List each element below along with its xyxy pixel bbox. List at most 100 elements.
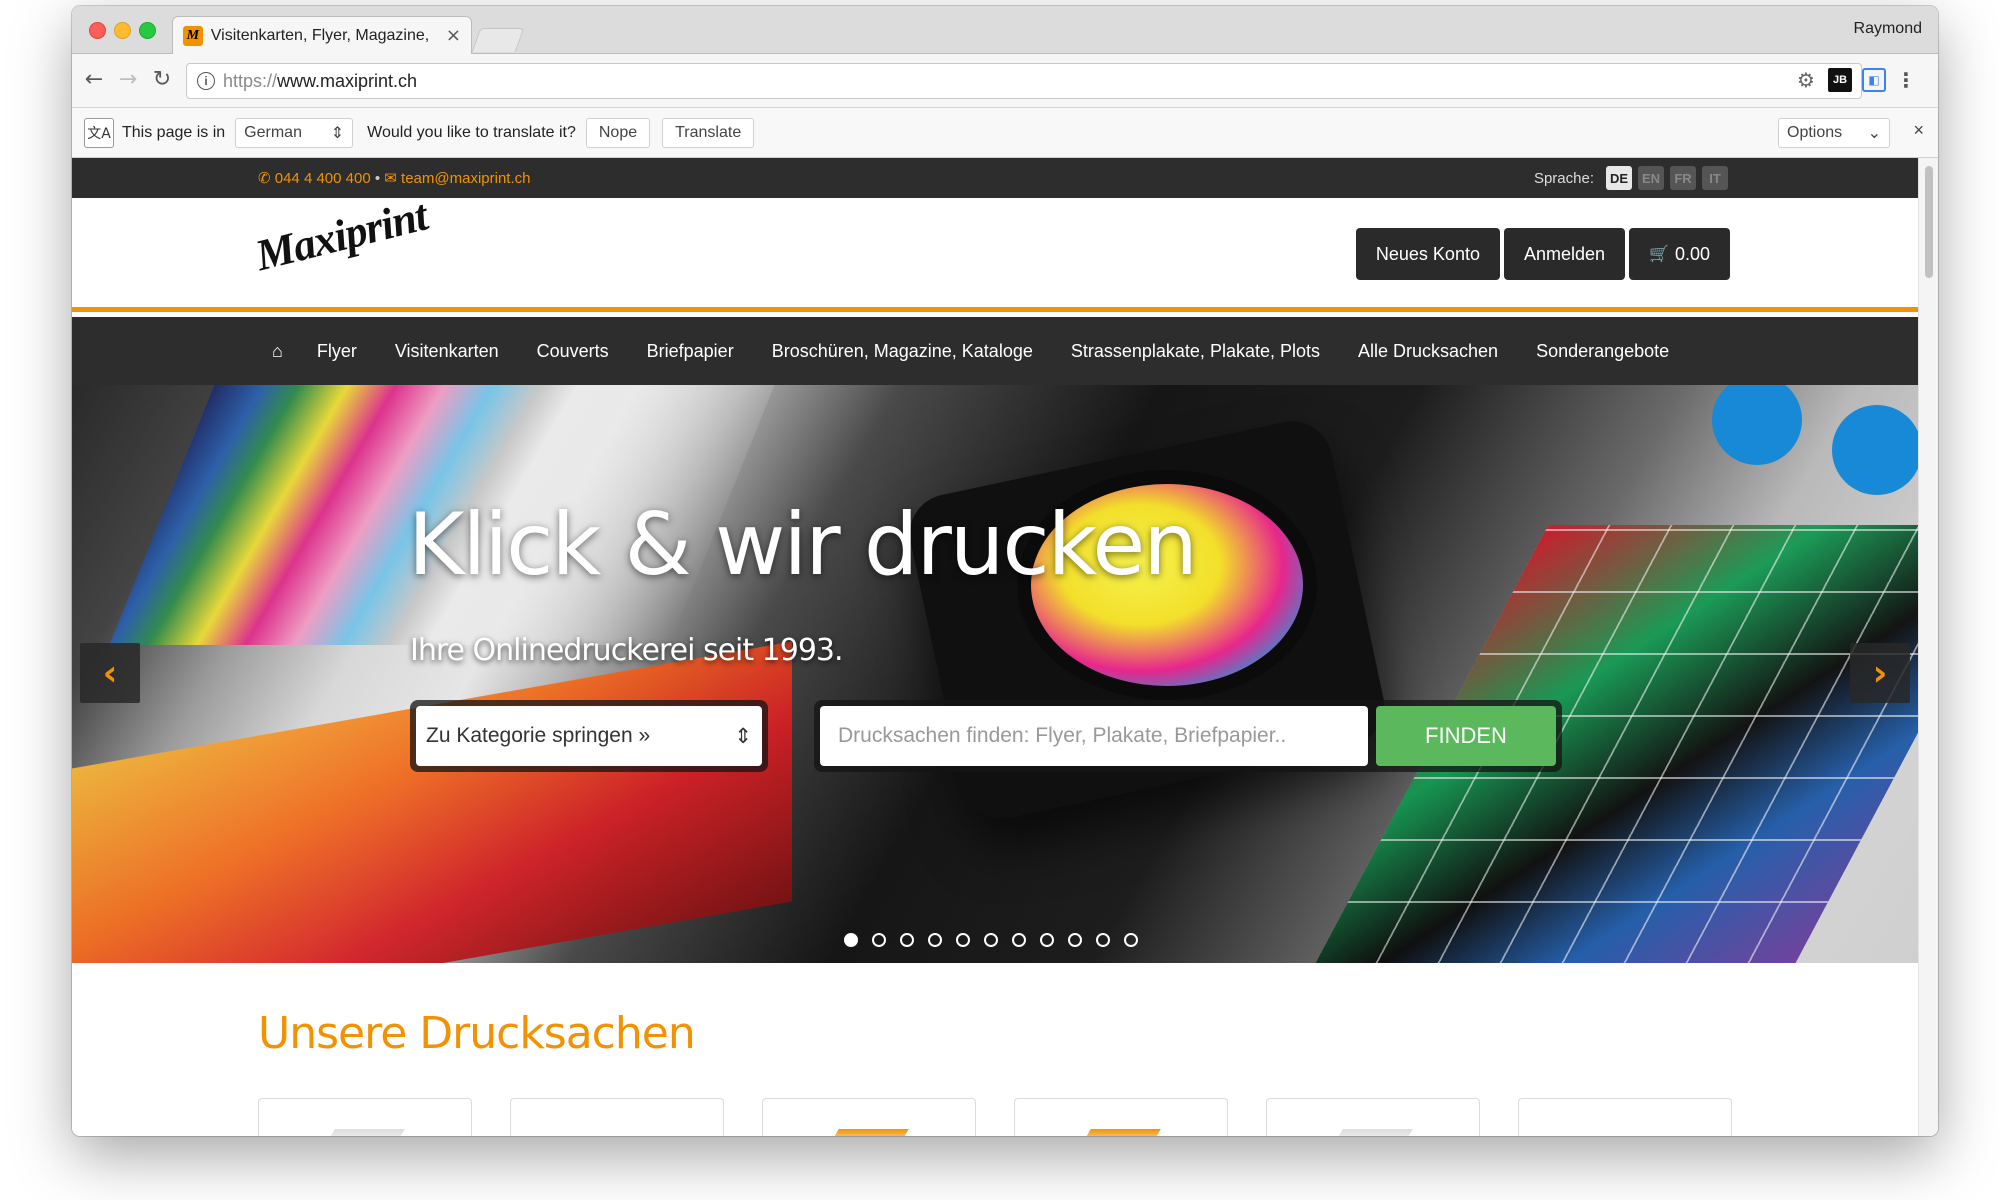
product-card[interactable] (510, 1098, 724, 1136)
nav-item-couverts[interactable]: Couverts (537, 341, 609, 362)
search-wrapper: Drucksachen finden: Flyer, Plakate, Brie… (814, 700, 1562, 772)
hero-blue-dot (1712, 385, 1802, 465)
new-tab-button[interactable] (471, 28, 525, 52)
carousel-indicator-4[interactable] (928, 933, 942, 947)
select-updown-icon: ⇕ (734, 724, 752, 748)
shopping-cart-icon: 🛒 (1649, 246, 1669, 263)
phone-number[interactable]: 044 4 400 400 (275, 170, 371, 187)
nav-item-alle-drucksachen[interactable]: Alle Drucksachen (1358, 341, 1498, 362)
carousel-indicator-2[interactable] (872, 933, 886, 947)
translate-options-select[interactable]: Options ⌄ (1778, 118, 1890, 148)
product-card[interactable] (762, 1098, 976, 1136)
email-link[interactable]: team@maxiprint.ch (401, 170, 530, 187)
browser-menu-icon[interactable]: ⋮ (1894, 68, 1918, 92)
header-actions: Neues Konto Anmelden 🛒 0.00 (1355, 228, 1730, 280)
page-scrollbar[interactable] (1918, 158, 1938, 1136)
translate-options-label: Options (1787, 124, 1843, 141)
hero-bg-blue-dots (1712, 385, 1918, 535)
minimize-window-button[interactable] (114, 22, 131, 39)
translate-close-icon[interactable]: × (1913, 120, 1924, 141)
translate-icon: 文A (84, 117, 114, 148)
category-select[interactable]: Zu Kategorie springen » ⇕ (416, 706, 762, 766)
lang-it[interactable]: IT (1702, 166, 1728, 190)
hero-blue-dot (1832, 405, 1918, 495)
nav-item-plakate[interactable]: Strassenplakate, Plakate, Plots (1071, 341, 1320, 362)
carousel-indicator-10[interactable] (1096, 933, 1110, 947)
title-bar: M Visitenkarten, Flyer, Magazine, × Raym… (72, 6, 1938, 54)
hero-subtitle: Ihre Onlinedruckerei seit 1993. (410, 633, 844, 668)
carousel-indicator-6[interactable] (984, 933, 998, 947)
hero-carousel: Klick & wir drucken Ihre Onlinedruckerei… (72, 385, 1918, 963)
main-nav: ⌂ Flyer Visitenkarten Couverts Briefpapi… (72, 317, 1918, 385)
carousel-indicator-11[interactable] (1124, 933, 1138, 947)
hero-bg-color-swatches (72, 641, 792, 963)
product-thumbnail (1079, 1129, 1161, 1136)
carousel-indicator-9[interactable] (1068, 933, 1082, 947)
product-thumbnail (1331, 1129, 1413, 1136)
product-search-input[interactable]: Drucksachen finden: Flyer, Plakate, Brie… (820, 706, 1368, 766)
translate-bar: 文A This page is in German ⇕ Would you li… (72, 108, 1938, 158)
profile-name[interactable]: Raymond (1854, 20, 1922, 38)
carousel-indicator-3[interactable] (900, 933, 914, 947)
browser-window: M Visitenkarten, Flyer, Magazine, × Raym… (72, 6, 1938, 1136)
product-card[interactable] (1014, 1098, 1228, 1136)
maxiprint-logo[interactable]: Maxiprint (250, 190, 432, 282)
language-label: Sprache: (1533, 169, 1594, 187)
product-card[interactable] (258, 1098, 472, 1136)
address-bar[interactable]: i https://www.maxiprint.ch ☆ (186, 63, 1862, 99)
forward-arrow-icon[interactable]: → (114, 66, 142, 94)
maximize-window-button[interactable] (139, 22, 156, 39)
lang-fr[interactable]: FR (1670, 166, 1696, 190)
scrollbar-thumb[interactable] (1925, 166, 1933, 278)
translate-prefix: This page is in (122, 123, 226, 141)
tab-close-icon[interactable]: × (446, 25, 461, 46)
carousel-prev-icon[interactable]: ‹ (80, 643, 140, 703)
reload-icon[interactable]: ↻ (148, 66, 176, 94)
nav-item-broschueren[interactable]: Broschüren, Magazine, Kataloge (772, 341, 1033, 362)
nav-item-flyer[interactable]: Flyer (317, 341, 357, 362)
site-favicon-icon: M (183, 25, 203, 46)
lang-de[interactable]: DE (1606, 166, 1632, 190)
extension-jetbrains-icon[interactable]: JB (1828, 68, 1852, 92)
product-thumbnail (323, 1129, 405, 1136)
source-language-select[interactable]: German ⇕ (235, 117, 354, 148)
product-card[interactable] (1266, 1098, 1480, 1136)
email-icon: ✉ (384, 170, 397, 187)
nope-button[interactable]: Nope (585, 117, 651, 148)
url-text: https://www.maxiprint.ch (223, 71, 417, 92)
carousel-indicator-1[interactable] (844, 933, 858, 947)
product-card[interactable] (1518, 1098, 1732, 1136)
language-switcher: Sprache: DE EN FR IT (1534, 166, 1728, 190)
nav-item-visitenkarten[interactable]: Visitenkarten (395, 341, 499, 362)
home-icon[interactable]: ⌂ (272, 341, 283, 362)
browser-tab[interactable]: M Visitenkarten, Flyer, Magazine, × (172, 16, 472, 54)
lang-en[interactable]: EN (1638, 166, 1664, 190)
new-account-button[interactable]: Neues Konto (1355, 228, 1500, 280)
extension-cast-icon[interactable]: ◧ (1862, 68, 1886, 92)
nav-item-sonderangebote[interactable]: Sonderangebote (1536, 341, 1669, 362)
carousel-next-icon[interactable]: › (1850, 643, 1910, 703)
site-topbar: ✆ 044 4 400 400 • ✉ team@maxiprint.ch Sp… (72, 158, 1918, 198)
carousel-indicator-5[interactable] (956, 933, 970, 947)
extension-gear-icon[interactable]: ⚙ (1794, 68, 1818, 92)
login-button[interactable]: Anmelden (1503, 228, 1626, 280)
translate-question: Would you like to translate it? (367, 123, 576, 141)
close-window-button[interactable] (89, 22, 106, 39)
carousel-indicator-8[interactable] (1040, 933, 1054, 947)
back-arrow-icon[interactable]: ← (80, 66, 108, 94)
translate-button[interactable]: Translate (662, 117, 755, 148)
cart-total: 0.00 (1674, 243, 1710, 264)
contact-info: ✆ 044 4 400 400 • ✉ team@maxiprint.ch (258, 169, 530, 187)
select-updown-icon: ⇕ (330, 124, 345, 142)
cart-button[interactable]: 🛒 0.00 (1629, 228, 1730, 280)
url-host: www.maxiprint.ch (277, 70, 418, 91)
nav-item-briefpapier[interactable]: Briefpapier (647, 341, 734, 362)
hero-title: Klick & wir drucken (408, 495, 1198, 595)
find-button[interactable]: FINDEN (1376, 706, 1556, 766)
site-info-icon[interactable]: i (197, 72, 215, 90)
carousel-indicator-7[interactable] (1012, 933, 1026, 947)
product-thumbnail (827, 1129, 909, 1136)
products-section-title: Unsere Drucksachen (258, 1008, 696, 1059)
separator-dot: • (374, 170, 381, 187)
chevron-down-icon: ⌄ (1867, 125, 1881, 142)
